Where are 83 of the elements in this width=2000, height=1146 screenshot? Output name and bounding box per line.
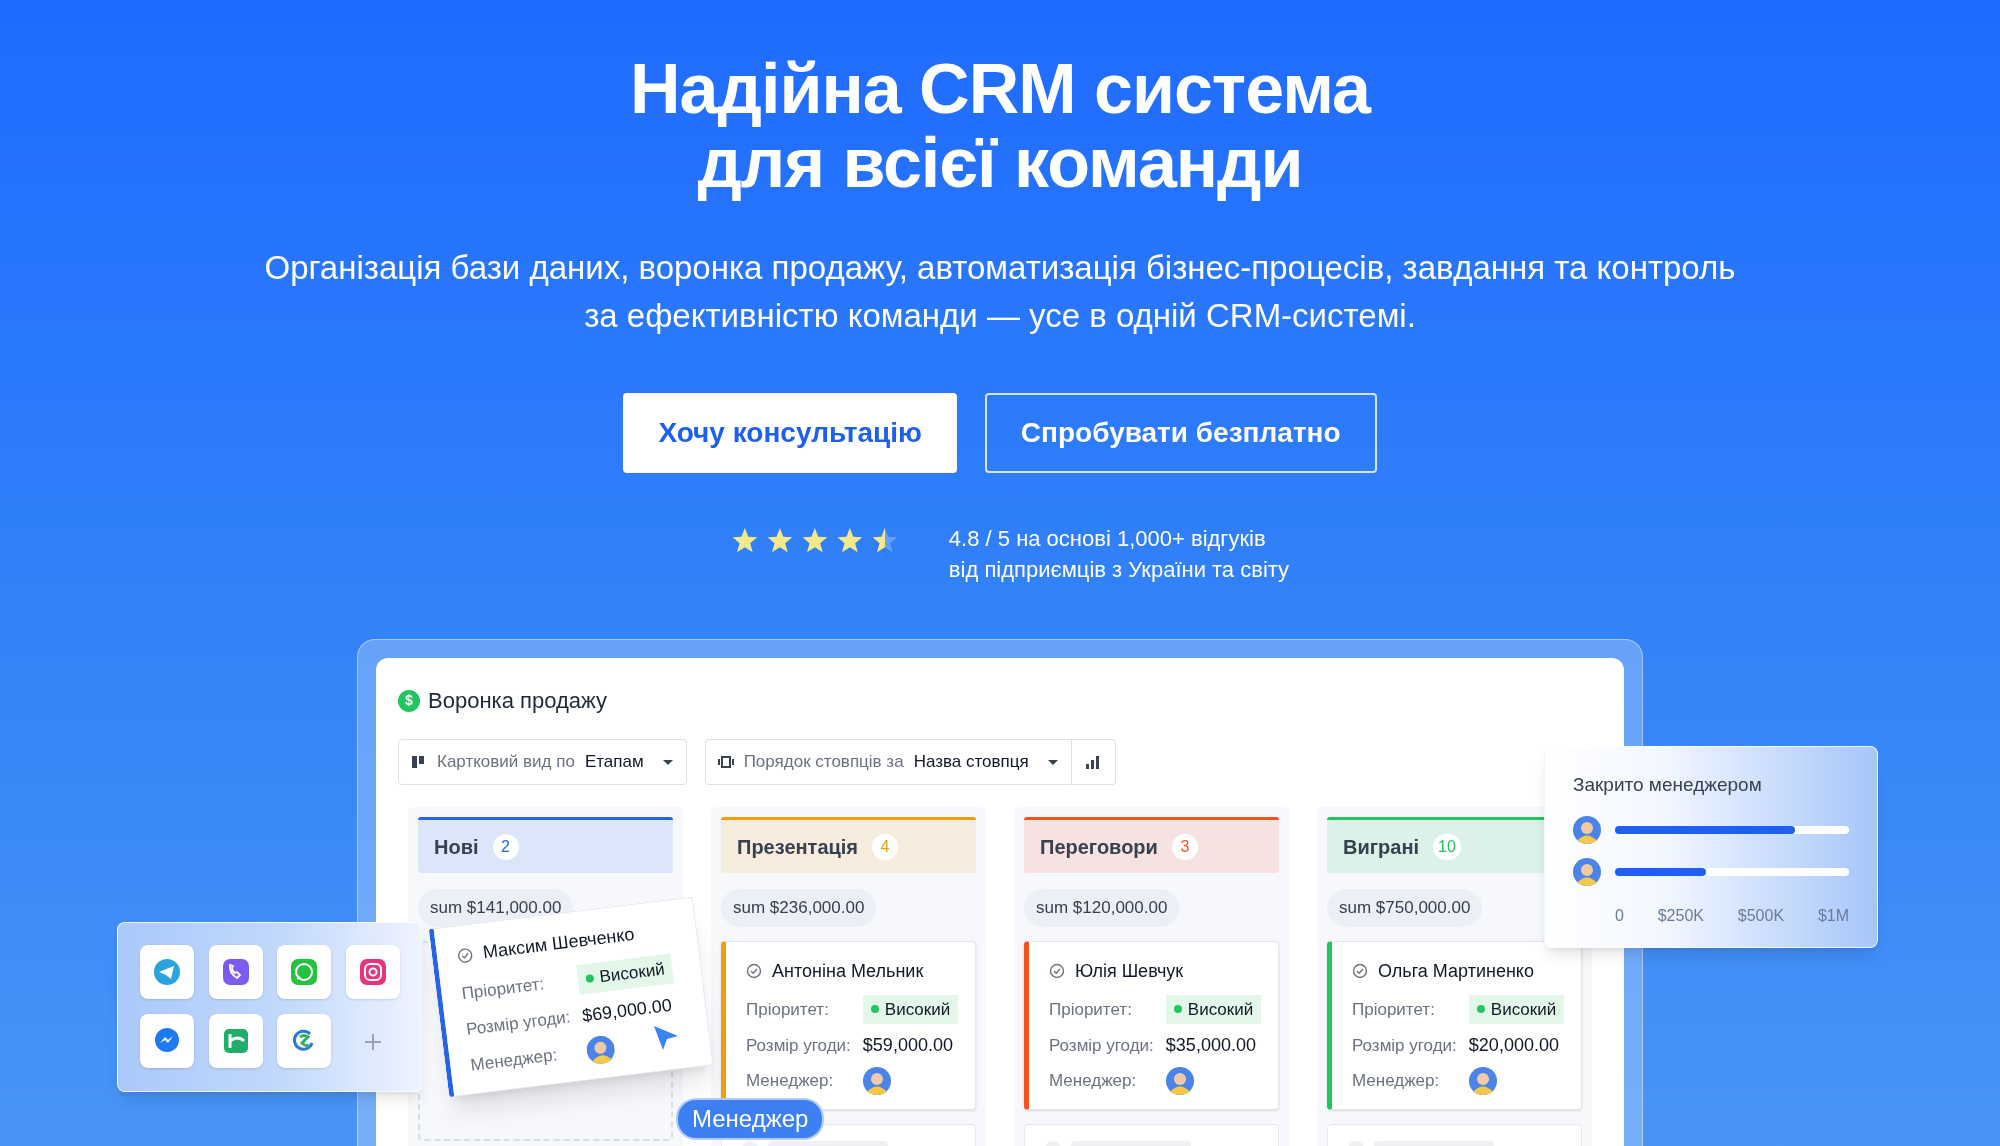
columns-icon [717, 754, 734, 770]
free-trial-button[interactable]: Спробувати безплатно [984, 393, 1377, 473]
field-label: Пріоритет: [1352, 998, 1436, 1021]
contact-name: Антоніна Мельник [772, 959, 924, 983]
avatar-icon [1165, 1067, 1194, 1095]
consultation-button[interactable]: Хочу консультацію [623, 393, 957, 473]
rating-text: 4.8 / 5 на основі 1,000+ відгуків від підприємців з України та світу [948, 525, 1290, 584]
integration-tile[interactable] [208, 945, 263, 999]
column-title: Презентація [737, 834, 859, 860]
field-label: Менеджер: [1352, 1070, 1441, 1093]
deal-card[interactable]: Юлія Шевчук Пріоритет: Високий Розмір угоди: $35,000.00 Менеджер: [1024, 940, 1279, 1110]
count-badge: 4 [872, 833, 899, 860]
contact-name: Юлія Шевчук [1075, 959, 1184, 983]
chart-button[interactable] [1071, 739, 1116, 785]
avatar-icon [1573, 815, 1601, 844]
avatar-icon [862, 1067, 891, 1095]
avatar-icon [1573, 857, 1601, 886]
column-sum: sum $236,000.00 [721, 889, 877, 927]
axis-label: 0 [1615, 905, 1624, 926]
hero-subtitle: Організація бази даних, воронка продажу, автоматизація бізнес-процесів, завдання та контроль за ефективністю команди — усе в одній CRM-системі. [264, 248, 1736, 336]
bar-chart-icon [1085, 754, 1102, 770]
column-title: Переговори [1040, 834, 1158, 860]
dropdown-value: Назва стовпця [913, 751, 1029, 774]
count-badge: 3 [1171, 833, 1198, 860]
field-label: Пріоритет: [460, 973, 547, 1006]
chat-bubble-icon [288, 956, 320, 988]
plus-icon [362, 1031, 383, 1052]
dropdown-value: Етапам [584, 751, 644, 774]
avatar-icon [584, 1033, 617, 1065]
chart-title: Закрито менеджером [1573, 773, 1763, 797]
count-badge: 10 [1433, 833, 1461, 860]
priority-badge: Високий [1468, 994, 1565, 1024]
tooltip: Менеджер [676, 1098, 825, 1140]
integration-tile[interactable] [277, 945, 331, 999]
check-circle-icon [1352, 963, 1368, 979]
dropdown[interactable]: Картковий вид по Етапам [398, 739, 687, 785]
field-label: Розмір угоди: [1352, 1034, 1457, 1057]
axis-label: $250K [1657, 905, 1704, 926]
axis-label: $1M [1817, 905, 1849, 926]
field-label: Розмір угоди: [1049, 1034, 1154, 1057]
dropdown[interactable]: Порядок стовпців за Назва стовпця [704, 739, 1072, 785]
field-label: Пріоритет: [1049, 998, 1133, 1021]
board-title: Воронка продажу [428, 687, 607, 715]
priority-badge: Високий [1165, 994, 1262, 1024]
check-circle-icon [456, 946, 475, 964]
deal-amount: $59,000.00 [862, 1034, 953, 1057]
integration-tile[interactable] [277, 1014, 331, 1068]
integration-tile[interactable] [140, 1014, 194, 1068]
integration-tile[interactable] [140, 945, 194, 999]
dropdown-label: Порядок стовпців за [743, 751, 904, 774]
caret-icon [1046, 758, 1059, 766]
check-circle-icon [746, 963, 762, 979]
field-label: Розмір угоди: [464, 1006, 572, 1042]
deal-card[interactable]: Ольга Мартиненко Пріоритет: Високий Розмір угоди: $20,000.00 Менеджер: [1327, 940, 1582, 1110]
cursor-icon [652, 1024, 680, 1052]
caret-icon [661, 758, 674, 766]
deal-amount: $20,000.00 [1468, 1034, 1559, 1057]
column-title: Виграні [1343, 834, 1420, 860]
deal-amount: $35,000.00 [1165, 1034, 1256, 1057]
column-sum: sum $120,000.00 [1024, 889, 1180, 927]
deal-card[interactable]: Антоніна Мельник Пріоритет: Високий Розмір угоди: $59,000.00 Менеджер: [721, 940, 976, 1110]
avatar-icon [1468, 1067, 1497, 1095]
field-label: Розмір угоди: [746, 1034, 851, 1057]
integration-tile[interactable] [345, 945, 400, 999]
dollar-icon: $ [398, 689, 420, 712]
field-label: Менеджер: [469, 1043, 560, 1077]
priority-badge: Високий [862, 994, 959, 1024]
integration-tile[interactable] [208, 1014, 263, 1068]
priority-badge: Високий [576, 953, 675, 995]
kanban-icon [411, 754, 427, 770]
hero-title: Надійна CRM система для всієї команди [630, 52, 1370, 200]
count-badge: 2 [492, 833, 519, 860]
dropdown-label: Картковий вид по [437, 751, 575, 774]
deal-amount: $69,000.00 [580, 993, 674, 1028]
paper-plane-icon [151, 956, 183, 988]
column-sum: sum $750,000.00 [1327, 889, 1483, 927]
column-title: Нові [434, 834, 479, 860]
field-label: Менеджер: [1049, 1070, 1138, 1093]
field-label: Пріоритет: [746, 998, 830, 1021]
field-label: Менеджер: [746, 1070, 835, 1093]
check-circle-icon [1049, 963, 1065, 979]
contact-name: Ольга Мартиненко [1378, 959, 1534, 983]
axis-label: $500K [1737, 905, 1785, 926]
